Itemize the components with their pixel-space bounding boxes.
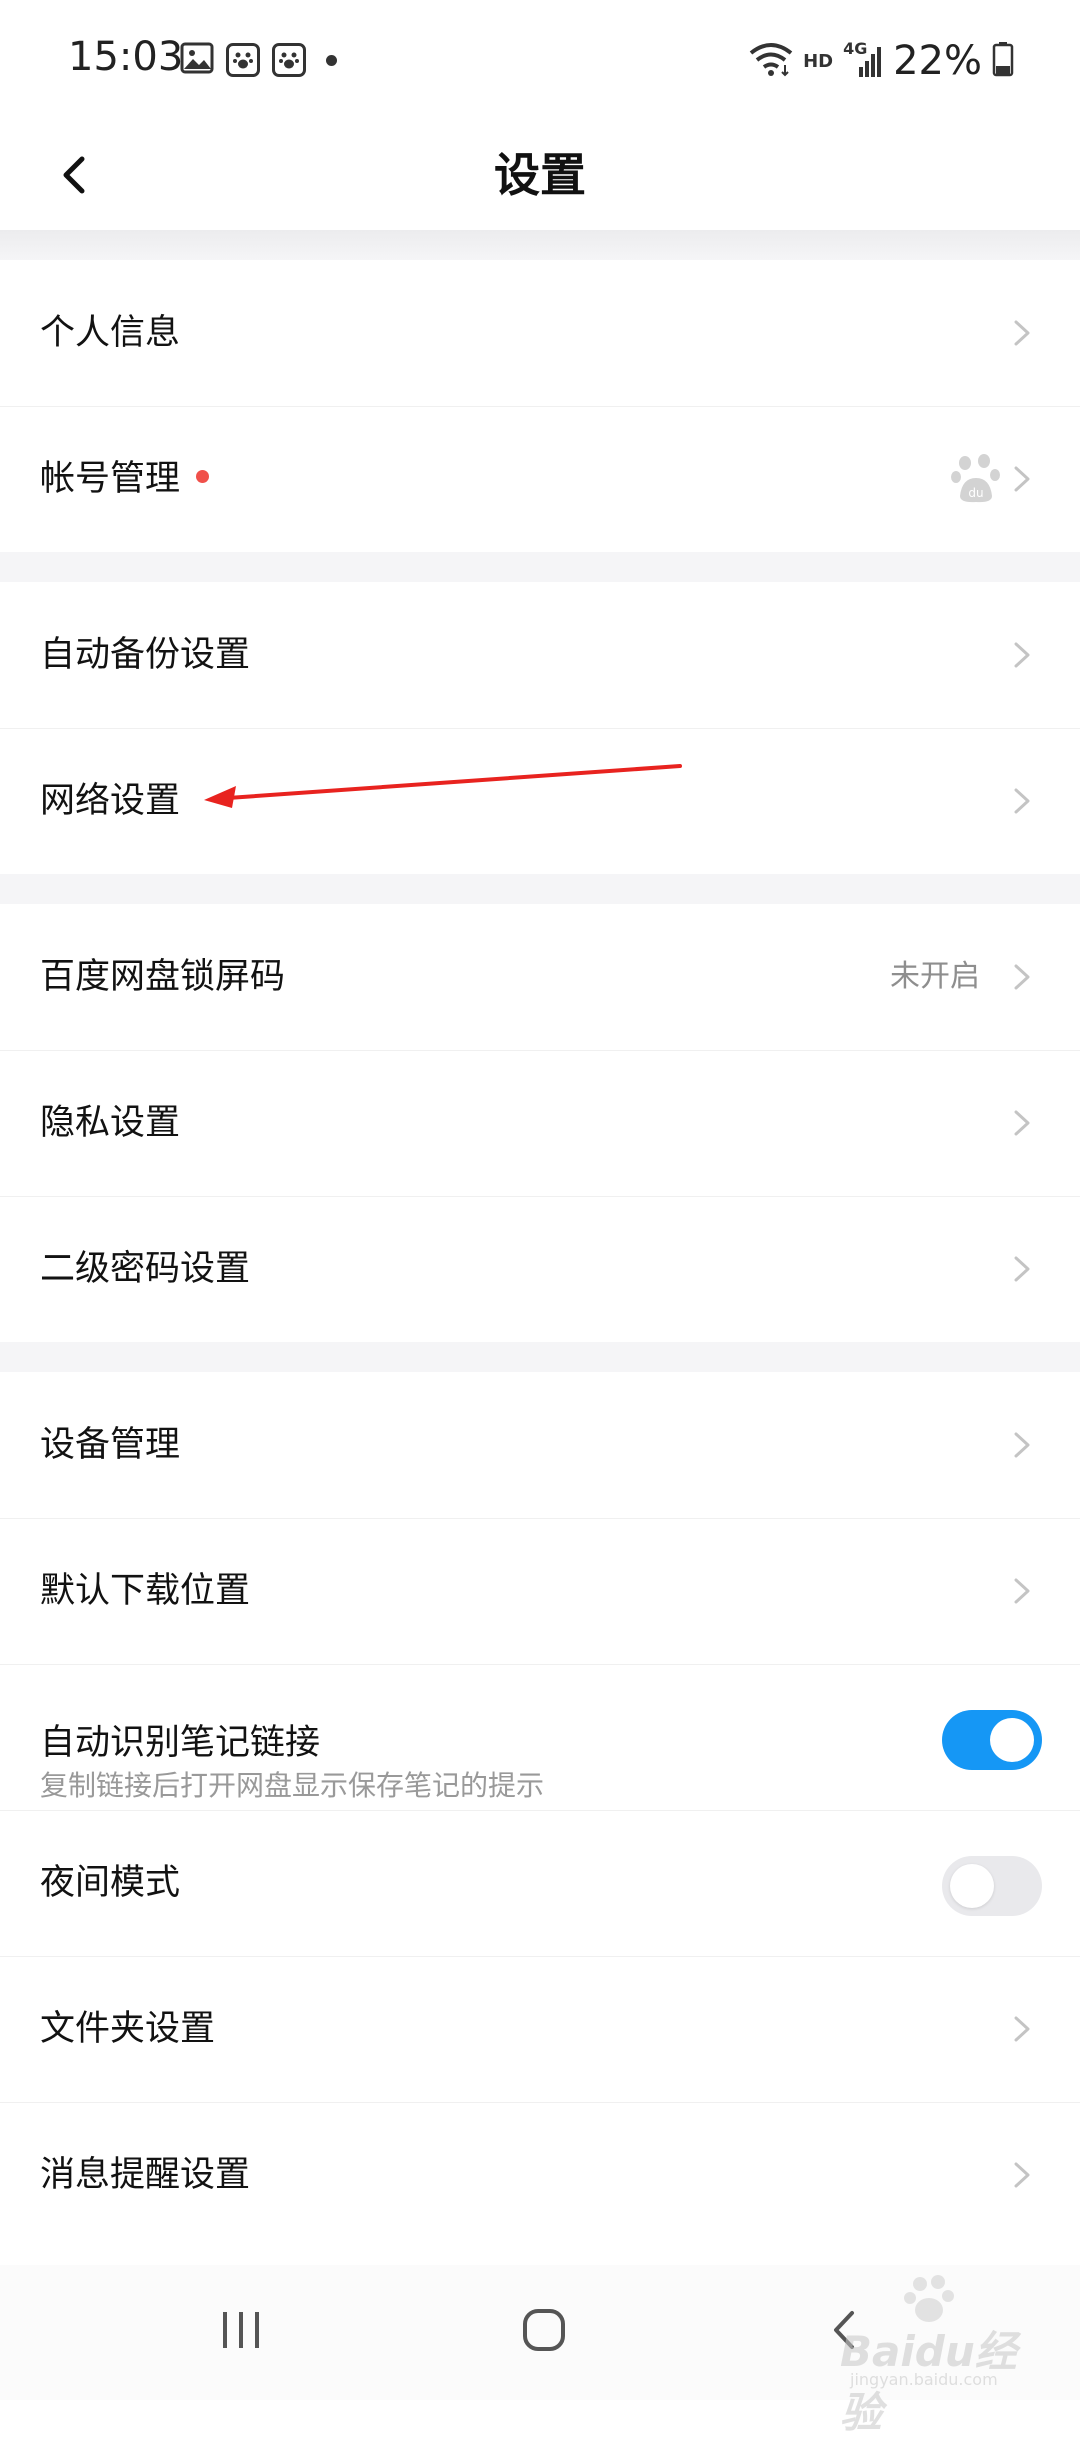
- settings-item-label: 默认下载位置: [40, 1571, 251, 1611]
- settings-item-label: 百度网盘锁屏码: [40, 957, 286, 997]
- settings-item-label: 网络设置: [40, 781, 181, 821]
- chevron-right-icon: [1014, 1110, 1030, 1136]
- page-title: 设置: [494, 148, 586, 202]
- settings-item-label: 文件夹设置: [40, 2009, 216, 2049]
- settings-item-label-text: 帐号管理: [40, 459, 181, 499]
- hd-label: HD: [803, 50, 834, 72]
- chevron-right-icon: [1014, 320, 1030, 346]
- back-chevron-icon: [834, 2311, 854, 2349]
- settings-item-lock-screen-code[interactable]: 百度网盘锁屏码 未开启: [0, 904, 1080, 1050]
- baidu-paw-icon: du: [951, 454, 1000, 503]
- settings-item-value: 未开启: [890, 959, 980, 994]
- system-back-button[interactable]: [784, 2285, 904, 2375]
- settings-item-label: 个人信息: [40, 313, 181, 353]
- settings-item-label: 自动备份设置: [40, 635, 251, 675]
- home-icon: [523, 2309, 565, 2351]
- image-icon: [180, 42, 214, 78]
- dot-icon: [326, 54, 337, 66]
- settings-item-night-mode: 夜间模式: [0, 1810, 1080, 1956]
- settings-item-folder[interactable]: 文件夹设置: [0, 1956, 1080, 2102]
- battery-icon: [992, 41, 1014, 81]
- status-bar: 15:03 HD 4G 22%: [0, 0, 1080, 120]
- settings-item-privacy[interactable]: 隐私设置: [0, 1050, 1080, 1196]
- settings-item-network[interactable]: 网络设置: [0, 728, 1080, 874]
- settings-item-account-management[interactable]: 帐号管理 du: [0, 406, 1080, 552]
- wifi-icon: [749, 41, 793, 81]
- recents-button[interactable]: [181, 2285, 301, 2375]
- baidu-paw-icon: [272, 43, 306, 77]
- app-header: 设置: [0, 120, 1080, 230]
- toggle-knob: [950, 1864, 994, 1908]
- status-time: 15:03: [68, 34, 184, 80]
- system-nav-bar: [0, 2265, 1080, 2400]
- home-button[interactable]: [484, 2285, 604, 2375]
- settings-item-description: 复制链接后打开网盘显示保存笔记的提示: [40, 1769, 545, 1802]
- system-icons: HD 4G 22%: [749, 38, 1014, 84]
- settings-list: 个人信息 帐号管理 du 自动备份设置 网络设置 百度网盘锁屏码 未开启 隐私设…: [0, 230, 1080, 2248]
- night-mode-toggle[interactable]: [942, 1856, 1042, 1916]
- chevron-right-icon: [1014, 964, 1030, 990]
- section-divider: [0, 1342, 1080, 1372]
- toggle-knob: [990, 1718, 1034, 1762]
- settings-item-personal-info[interactable]: 个人信息: [0, 260, 1080, 406]
- note-link-toggle[interactable]: [942, 1710, 1042, 1770]
- new-badge-dot: [196, 469, 210, 483]
- section-divider: [0, 552, 1080, 582]
- settings-item-label: 消息提醒设置: [40, 2155, 251, 2195]
- chevron-right-icon: [1014, 2016, 1030, 2042]
- chevron-right-icon: [1014, 1256, 1030, 1282]
- settings-item-device-management[interactable]: 设备管理: [0, 1372, 1080, 1518]
- settings-item-label: 帐号管理: [40, 406, 210, 552]
- settings-item-label: 自动识别笔记链接: [40, 1723, 321, 1763]
- chevron-right-icon: [1014, 1432, 1030, 1458]
- settings-item-note-link-detection: 自动识别笔记链接 复制链接后打开网盘显示保存笔记的提示: [0, 1664, 1080, 1810]
- settings-item-message-reminder[interactable]: 消息提醒设置: [0, 2102, 1080, 2248]
- section-divider: [0, 874, 1080, 904]
- settings-item-label: 夜间模式: [40, 1863, 181, 1903]
- settings-item-secondary-password[interactable]: 二级密码设置: [0, 1196, 1080, 1342]
- recents-icon: [223, 2312, 259, 2348]
- chevron-right-icon: [1014, 2162, 1030, 2188]
- settings-item-download-location[interactable]: 默认下载位置: [0, 1518, 1080, 1664]
- back-arrow-icon: [63, 156, 85, 194]
- settings-item-label: 隐私设置: [40, 1103, 181, 1143]
- chevron-right-icon: [1014, 466, 1030, 492]
- baidu-paw-icon: [226, 43, 260, 77]
- chevron-right-icon: [1014, 642, 1030, 668]
- back-button[interactable]: [34, 134, 116, 216]
- svg-text:du: du: [968, 486, 983, 500]
- signal-icon: 4G: [843, 39, 883, 79]
- battery-percent: 22%: [893, 38, 982, 84]
- chevron-right-icon: [1014, 1578, 1030, 1604]
- chevron-right-icon: [1014, 788, 1030, 814]
- section-divider: [0, 230, 1080, 260]
- settings-item-label: 设备管理: [40, 1425, 181, 1465]
- settings-item-auto-backup[interactable]: 自动备份设置: [0, 582, 1080, 728]
- notification-icons: [180, 42, 337, 78]
- settings-item-label: 二级密码设置: [40, 1249, 251, 1289]
